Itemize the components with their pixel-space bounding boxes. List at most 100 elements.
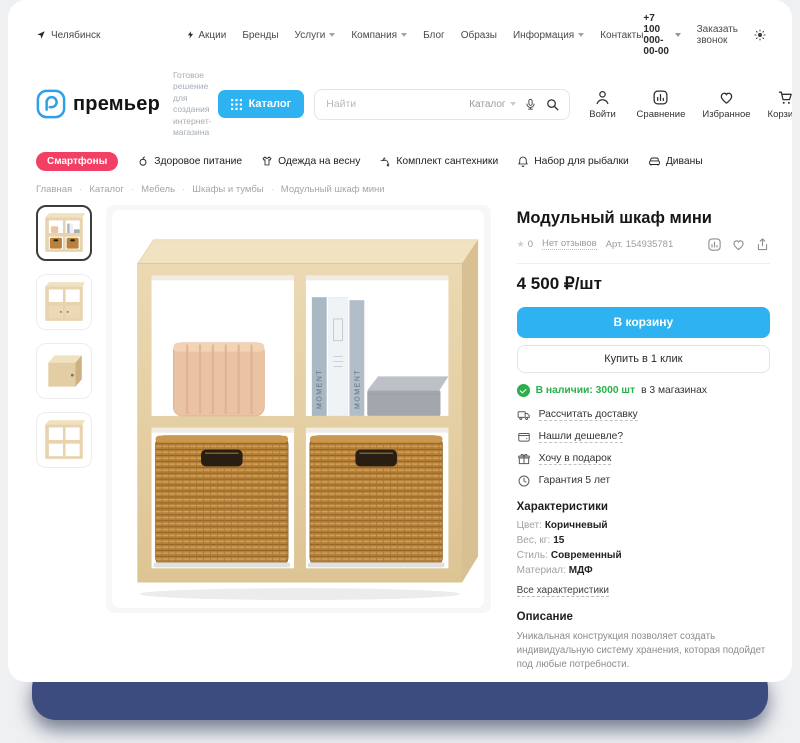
thumbnail-2[interactable]: [36, 274, 92, 330]
page-card: Челябинск Акции Бренды Услуги Компания Б…: [8, 0, 792, 682]
spec-row: Материал:МДФ: [517, 565, 770, 576]
price: 4 500 ₽/шт: [517, 274, 770, 294]
gift-icon: [517, 452, 531, 466]
favorites-button[interactable]: Избранное: [702, 89, 750, 120]
description-text: Уникальная конструкция позволяет создать…: [517, 630, 770, 673]
callback-link[interactable]: Заказать звонок: [697, 24, 738, 46]
faucet-icon: [379, 155, 391, 167]
warranty-link[interactable]: Гарантия 5 лет: [517, 474, 770, 488]
topnav: Акции Бренды Услуги Компания Блог Образы…: [186, 30, 643, 41]
phone-number[interactable]: +7 100 000-00-00: [643, 13, 680, 57]
tagline: Готовое решение для создания интернет-ма…: [173, 70, 212, 139]
search-input[interactable]: [326, 98, 461, 110]
theme-toggle[interactable]: [754, 29, 766, 41]
spec-row: Вес, кг:15: [517, 535, 770, 546]
logo[interactable]: премьер: [36, 89, 160, 119]
topnav-blog[interactable]: Блог: [423, 30, 445, 41]
star-icon: [517, 239, 528, 250]
chevron-down-icon: [329, 33, 335, 37]
header-actions: Войти Сравнение Избранное: [586, 89, 792, 120]
search-scope-select[interactable]: Каталог: [469, 99, 515, 110]
category-row: Смартфоны Здоровое питание Одежда на вес…: [8, 139, 792, 173]
share-icon: [755, 237, 770, 252]
buy-one-click-button[interactable]: Купить в 1 клик: [517, 345, 770, 373]
topnav-info[interactable]: Информация: [513, 30, 584, 41]
topnav-promos[interactable]: Акции: [186, 30, 226, 41]
stock-amount: В наличии: 3000 шт: [536, 385, 635, 396]
spec-row: Стиль:Современный: [517, 550, 770, 561]
compare-button[interactable]: Сравнение: [637, 89, 686, 120]
breadcrumb-item[interactable]: Мебель: [141, 184, 185, 195]
catalog-button[interactable]: Каталог: [218, 90, 305, 118]
specs-title: Характеристики: [517, 501, 770, 513]
thumbnail-1-image: [41, 210, 87, 256]
header: премьер Готовое решение для создания инт…: [8, 57, 792, 139]
heart-icon: [718, 89, 735, 106]
delivery-calc-link[interactable]: Рассчитать доставку: [517, 408, 770, 422]
cart-button[interactable]: Корзина: [768, 89, 792, 120]
breadcrumb-item[interactable]: Главная: [36, 184, 82, 195]
category-plumbing-kit[interactable]: Комплект сантехники: [379, 155, 498, 167]
wallet-icon: [517, 430, 531, 444]
chevron-down-icon: [578, 33, 584, 37]
voice-search-button[interactable]: [524, 98, 537, 111]
logo-icon: [36, 89, 66, 119]
breadcrumb-item[interactable]: Шкафы и тумбы: [192, 184, 274, 195]
search-submit-button[interactable]: [545, 97, 560, 112]
product-image-graphic: MOMENT MOMENT: [110, 208, 486, 610]
all-specs-link[interactable]: Все характеристики: [517, 585, 609, 597]
user-icon: [594, 89, 611, 106]
tshirt-icon: [261, 155, 273, 167]
bell-icon: [517, 155, 529, 167]
login-button[interactable]: Войти: [586, 89, 620, 120]
topnav-looks[interactable]: Образы: [461, 30, 497, 41]
share-button[interactable]: [755, 237, 770, 252]
favorite-product-button[interactable]: [731, 237, 746, 252]
topnav-brands[interactable]: Бренды: [242, 30, 278, 41]
chevron-down-icon: [675, 33, 681, 37]
topnav-contacts[interactable]: Контакты: [600, 30, 643, 41]
reviews-link[interactable]: Нет отзывов: [542, 238, 597, 250]
check-circle-icon: [517, 384, 530, 397]
book-spine-label: MOMENT: [355, 369, 362, 409]
grid-icon: [231, 99, 242, 110]
category-sofas[interactable]: Диваны: [648, 155, 703, 168]
category-fishing-set[interactable]: Набор для рыбалки: [517, 155, 629, 167]
topnav-company[interactable]: Компания: [351, 30, 407, 41]
compare-product-button[interactable]: [707, 237, 722, 252]
topnav-services[interactable]: Услуги: [295, 30, 336, 41]
thumbnail-4[interactable]: [36, 412, 92, 468]
city-label: Челябинск: [51, 30, 100, 41]
gift-link[interactable]: Хочу в подарок: [517, 452, 770, 466]
book-spine-label: MOMENT: [317, 369, 324, 409]
city-selector[interactable]: Челябинск: [36, 30, 100, 41]
rating: 0: [517, 239, 533, 250]
thumbnail-1[interactable]: [36, 205, 92, 261]
page: Челябинск Акции Бренды Услуги Компания Б…: [0, 0, 800, 743]
add-to-cart-button[interactable]: В корзину: [517, 307, 770, 338]
breadcrumb-item[interactable]: Каталог: [89, 184, 134, 195]
found-cheaper-link[interactable]: Нашли дешевле?: [517, 430, 770, 444]
spec-row: Цвет:Коричневый: [517, 520, 770, 531]
sun-icon: [754, 29, 766, 41]
search-bar: Каталог: [314, 89, 569, 120]
thumbnail-2-image: [41, 279, 87, 325]
page-title: Модульный шкаф мини: [517, 209, 770, 228]
thumbnail-3[interactable]: [36, 343, 92, 399]
heart-icon: [731, 237, 746, 252]
product-image[interactable]: MOMENT MOMENT: [106, 205, 491, 613]
chevron-down-icon: [510, 102, 516, 106]
thumbnail-3-image: [41, 348, 87, 394]
category-pill-smartphones[interactable]: Смартфоны: [36, 152, 118, 171]
bolt-icon: [186, 30, 195, 40]
apple-icon: [137, 155, 149, 167]
category-spring-clothes[interactable]: Одежда на весну: [261, 155, 360, 167]
breadcrumb-item-current: Модульный шкаф мини: [281, 184, 385, 195]
truck-icon: [517, 408, 531, 422]
breadcrumb: Главная Каталог Мебель Шкафы и тумбы Мод…: [8, 173, 792, 201]
sku: Арт. 154935781: [606, 239, 674, 250]
category-healthy-food[interactable]: Здоровое питание: [137, 155, 242, 167]
chevron-down-icon: [401, 33, 407, 37]
thumbnail-4-image: [41, 417, 87, 463]
compare-icon: [707, 237, 722, 252]
